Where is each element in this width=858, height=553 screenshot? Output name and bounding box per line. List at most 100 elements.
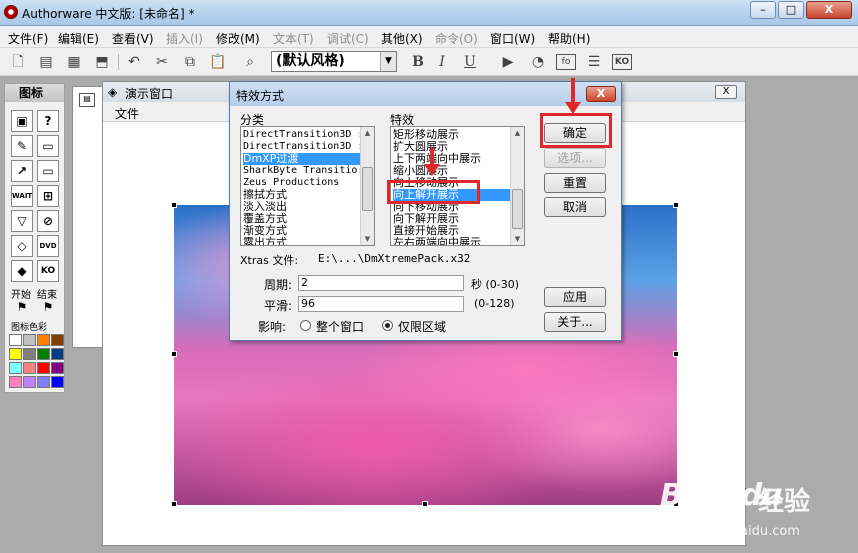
underline-button[interactable]: U	[460, 52, 480, 72]
scroll-down-icon[interactable]: ▼	[361, 233, 374, 245]
smooth-input[interactable]: 96	[298, 296, 464, 312]
color-swatch[interactable]	[37, 362, 50, 374]
scroll-thumb[interactable]	[362, 167, 373, 211]
undo-icon[interactable]: ↶	[124, 52, 144, 72]
color-swatch[interactable]	[9, 376, 22, 388]
resize-handle[interactable]	[422, 501, 428, 507]
knowledge-object-icon[interactable]: KO	[37, 260, 59, 282]
menu-help[interactable]: 帮助(H)	[548, 30, 590, 47]
menu-other[interactable]: 其他(X)	[381, 30, 423, 47]
start-flag-icon[interactable]: ⚑	[11, 300, 33, 314]
presentation-close-button[interactable]: X	[715, 85, 737, 99]
affect-region-only-radio[interactable]	[382, 320, 393, 331]
color-swatch[interactable]	[51, 334, 64, 346]
wait-sign-icon[interactable]: WAIT	[11, 185, 33, 207]
menu-edit[interactable]: 编辑(E)	[58, 30, 99, 47]
minimize-button[interactable]: –	[750, 1, 776, 19]
period-input[interactable]: 2	[298, 275, 464, 291]
scroll-up-icon[interactable]: ▲	[511, 127, 524, 139]
menu-view[interactable]: 查看(V)	[112, 30, 154, 47]
menu-file[interactable]: 文件(F)	[8, 30, 48, 47]
copy-icon[interactable]: ⧉	[180, 52, 200, 72]
cut-icon[interactable]: ✂	[152, 52, 172, 72]
list-item[interactable]: SharkByte Transitio:	[243, 165, 363, 177]
new-file-icon[interactable]: 🗋	[8, 52, 28, 72]
sound-icon[interactable]: ◆	[11, 260, 33, 282]
color-swatch[interactable]	[23, 376, 36, 388]
menu-command[interactable]: 命令(O)	[435, 30, 478, 47]
wait-icon[interactable]: ▭	[37, 135, 59, 157]
chevron-down-icon[interactable]: ▼	[380, 52, 396, 71]
calculation-icon[interactable]: ⊘	[37, 210, 59, 232]
resize-handle[interactable]	[673, 202, 679, 208]
color-swatch[interactable]	[9, 348, 22, 360]
color-swatch[interactable]	[23, 362, 36, 374]
cancel-button[interactable]: 取消	[544, 197, 606, 217]
open-file-icon[interactable]: ▤	[36, 52, 56, 72]
color-swatch[interactable]	[51, 348, 64, 360]
style-select[interactable]: (默认风格) ▼	[271, 51, 397, 72]
menu-debug[interactable]: 调试(C)	[327, 30, 369, 47]
apply-button[interactable]: 应用	[544, 287, 606, 307]
display-icon[interactable]: ▣	[11, 110, 33, 132]
italic-button[interactable]: I	[432, 52, 452, 72]
menu-modify[interactable]: 修改(M)	[216, 30, 260, 47]
dialog-close-button[interactable]: X	[586, 86, 616, 102]
category-scrollbar[interactable]: ▲ ▼	[360, 127, 374, 245]
end-flag-icon[interactable]: ⚑	[37, 300, 59, 314]
affect-region-only-label[interactable]: 仅限区域	[398, 318, 446, 335]
variables-icon[interactable]: ☰	[584, 52, 604, 72]
map-icon[interactable]: ◇	[11, 235, 33, 257]
knowledge-objects-button[interactable]: KO	[612, 54, 632, 70]
category-list[interactable]: DirectTransition3D : DirectTransition3D …	[240, 126, 375, 246]
find-icon[interactable]: ⌕	[240, 52, 260, 72]
menu-text[interactable]: 文本(T)	[273, 30, 314, 47]
menu-window[interactable]: 窗口(W)	[490, 30, 535, 47]
color-swatch[interactable]	[23, 348, 36, 360]
affect-whole-window-radio[interactable]	[300, 320, 311, 331]
presentation-menu-file[interactable]: 文件	[115, 105, 139, 122]
interaction-icon[interactable]: ⊞	[37, 185, 59, 207]
bold-button[interactable]: B	[408, 52, 428, 72]
about-button[interactable]: 关于...	[544, 312, 606, 332]
scroll-up-icon[interactable]: ▲	[361, 127, 374, 139]
color-swatch[interactable]	[9, 362, 22, 374]
video-icon[interactable]: DVD	[37, 235, 59, 257]
smooth-label: 平滑:	[264, 299, 293, 313]
framework-icon[interactable]: ▭	[37, 160, 59, 182]
list-item[interactable]: 左右两端向中展示	[393, 237, 481, 246]
resize-handle[interactable]	[171, 202, 177, 208]
menu-insert[interactable]: 插入(I)	[166, 30, 203, 47]
erase-icon[interactable]: ✎	[11, 135, 33, 157]
effect-scrollbar[interactable]: ▲ ▼	[510, 127, 524, 245]
run-icon[interactable]: ◔	[528, 52, 548, 72]
affect-whole-window-label[interactable]: 整个窗口	[316, 318, 364, 335]
list-item[interactable]: DirectTransition3D :	[243, 129, 363, 141]
list-item-selected[interactable]: DmXP过渡	[243, 153, 360, 165]
save-all-icon[interactable]: ▦	[64, 52, 84, 72]
close-button[interactable]: X	[806, 1, 852, 19]
resize-handle[interactable]	[171, 351, 177, 357]
color-swatch[interactable]	[23, 334, 36, 346]
scroll-thumb[interactable]	[512, 189, 523, 229]
reset-button[interactable]: 重置	[544, 173, 606, 193]
navigate-icon[interactable]: ↗	[11, 160, 33, 182]
options-button[interactable]: 选项...	[544, 148, 606, 168]
paste-icon[interactable]: 📋	[208, 52, 228, 72]
list-item[interactable]: 露出方式	[243, 237, 287, 246]
decision-icon[interactable]: ▽	[11, 210, 33, 232]
import-icon[interactable]: ⬒	[92, 52, 112, 72]
restart-icon[interactable]: ▶	[498, 52, 518, 72]
scroll-down-icon[interactable]: ▼	[511, 233, 524, 245]
resize-handle[interactable]	[673, 351, 679, 357]
color-swatch[interactable]	[37, 348, 50, 360]
resize-handle[interactable]	[171, 501, 177, 507]
color-swatch[interactable]	[37, 334, 50, 346]
maximize-button[interactable]: □	[778, 1, 804, 19]
color-swatch[interactable]	[9, 334, 22, 346]
functions-button[interactable]: fo	[556, 54, 576, 70]
color-swatch[interactable]	[37, 376, 50, 388]
color-swatch[interactable]	[51, 376, 64, 388]
motion-icon[interactable]: ?	[37, 110, 59, 132]
color-swatch[interactable]	[51, 362, 64, 374]
